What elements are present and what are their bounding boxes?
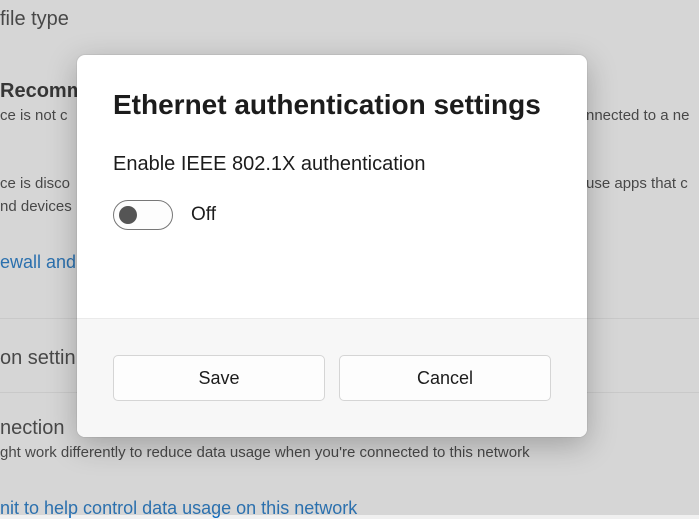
cancel-button[interactable]: Cancel (339, 355, 551, 401)
toggle-knob (119, 206, 137, 224)
ethernet-auth-dialog: Ethernet authentication settings Enable … (77, 55, 587, 437)
dialog-footer: Save Cancel (77, 318, 587, 437)
toggle-row: Off (113, 200, 551, 230)
enable-8021x-toggle[interactable] (113, 200, 173, 230)
toggle-state-label: Off (191, 204, 216, 226)
dialog-body: Ethernet authentication settings Enable … (77, 55, 587, 318)
dialog-title: Ethernet authentication settings (113, 89, 551, 121)
enable-8021x-label: Enable IEEE 802.1X authentication (113, 153, 551, 176)
save-button[interactable]: Save (113, 355, 325, 401)
